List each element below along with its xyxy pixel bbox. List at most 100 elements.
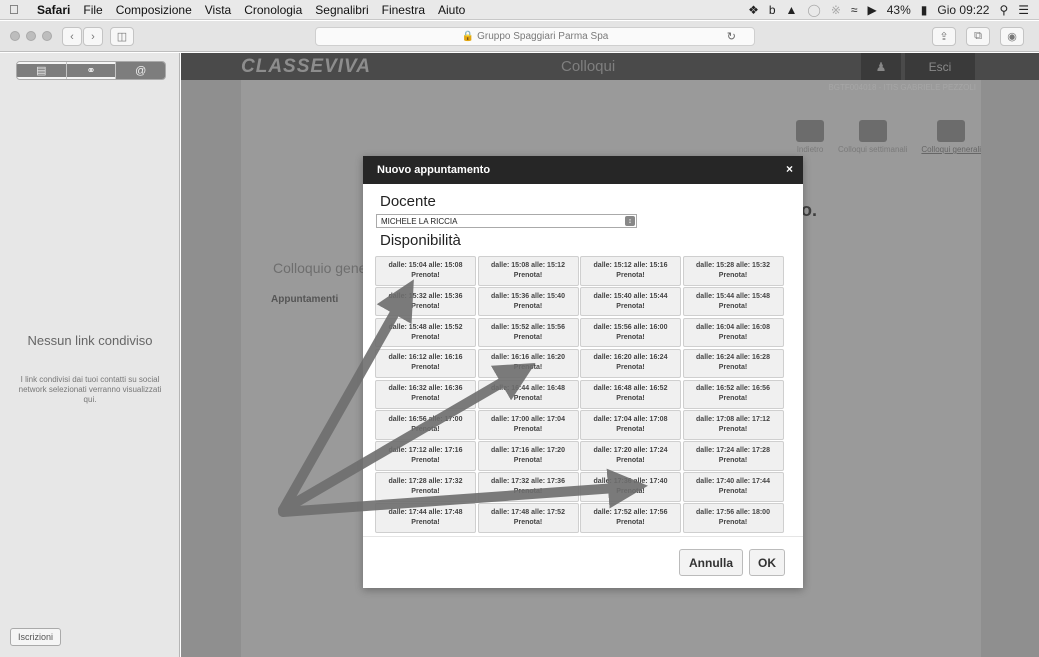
time-slot-button[interactable]: dalle: 15:52 alle: 15:56 Prenota! — [477, 317, 579, 348]
time-slot-button[interactable]: dalle: 17:48 alle: 17:52 Prenota! — [477, 503, 579, 533]
notification-center-icon[interactable]: ☰ — [1018, 3, 1029, 17]
minimize-window-button[interactable] — [26, 31, 36, 41]
time-slot-button[interactable]: dalle: 17:36 alle: 17:40 Prenota! — [580, 472, 681, 502]
extension-button[interactable]: ◉ — [1000, 27, 1024, 46]
close-icon[interactable]: × — [786, 162, 793, 176]
chevron-left-icon: ‹ — [70, 30, 74, 43]
time-slot-button[interactable]: dalle: 17:08 alle: 17:12 Prenota! — [682, 410, 784, 440]
time-slot-button[interactable]: dalle: 16:44 alle: 16:48 Prenota! — [477, 379, 579, 410]
time-slot-button[interactable]: dalle: 16:20 alle: 16:24 Prenota! — [580, 348, 681, 379]
drive-icon[interactable]: ▲ — [786, 3, 798, 17]
time-slot-button[interactable]: dalle: 15:44 alle: 15:48 Prenota! — [682, 286, 784, 317]
time-slot-button[interactable]: dalle: 16:04 alle: 16:08 Prenota! — [682, 317, 784, 348]
time-slot-range: dalle: 15:48 alle: 15:52 — [388, 323, 463, 331]
time-slot-button[interactable]: dalle: 17:16 alle: 17:20 Prenota! — [477, 441, 579, 471]
time-slot-button[interactable]: dalle: 16:56 alle: 17:00 Prenota! — [375, 410, 476, 440]
time-slot-button[interactable]: dalle: 17:52 alle: 17:56 Prenota! — [580, 503, 681, 533]
menu-vista[interactable]: Vista — [205, 3, 231, 17]
cancel-button[interactable]: Annulla — [679, 549, 743, 576]
time-slot-button[interactable]: dalle: 15:56 alle: 16:00 Prenota! — [580, 317, 681, 348]
forward-button[interactable]: › — [83, 27, 103, 46]
time-slot-button[interactable]: dalle: 16:32 alle: 16:36 Prenota! — [375, 379, 476, 410]
menu-segnalibri[interactable]: Segnalibri — [315, 3, 368, 17]
time-slot-button[interactable]: dalle: 15:48 alle: 15:52 Prenota! — [375, 317, 476, 348]
bookmarks-tab[interactable]: ▤ — [17, 62, 67, 79]
time-slot-button[interactable]: dalle: 15:36 alle: 15:40 Prenota! — [477, 286, 579, 317]
time-slot-button[interactable]: dalle: 17:12 alle: 17:16 Prenota! — [375, 441, 476, 471]
time-slot-button[interactable]: dalle: 17:00 alle: 17:04 Prenota! — [477, 410, 579, 440]
reading-list-tab[interactable]: ⚭ — [66, 62, 117, 79]
time-slot-button[interactable]: dalle: 16:24 alle: 16:28 Prenota! — [682, 348, 784, 379]
new-appointment-modal: Nuovo appuntamento × Docente MICHELE LA … — [363, 156, 803, 588]
time-slot-button[interactable]: dalle: 16:16 alle: 16:20 Prenota! — [477, 348, 579, 379]
battery-percent[interactable]: 43% — [887, 3, 911, 17]
time-slot-button[interactable]: dalle: 15:32 alle: 15:36 Prenota! — [375, 286, 476, 317]
nav-general-meetings[interactable]: Colloqui generali — [921, 120, 981, 154]
menu-safari[interactable]: Safari — [37, 3, 70, 17]
sync-icon[interactable]: ◯ — [807, 3, 820, 17]
time-slot-button[interactable]: dalle: 15:12 alle: 15:16 Prenota! — [580, 256, 681, 286]
time-slot-button[interactable]: dalle: 16:52 alle: 16:56 Prenota! — [682, 379, 784, 410]
address-bar[interactable]: 🔒 Gruppo Spaggiari Parma Spa ↻ — [315, 27, 755, 46]
b-app-icon[interactable]: b — [769, 3, 776, 17]
shared-links-tab[interactable]: @ — [116, 62, 165, 79]
time-slot-range: dalle: 15:04 alle: 15:08 — [388, 261, 463, 269]
bluetooth-icon[interactable]: ※ — [831, 3, 841, 17]
time-slot-range: dalle: 17:00 alle: 17:04 — [491, 416, 565, 424]
time-slot-button[interactable]: dalle: 16:48 alle: 16:52 Prenota! — [580, 379, 681, 410]
volume-icon[interactable]: ▶ — [868, 3, 877, 17]
menu-finestra[interactable]: Finestra — [382, 3, 425, 17]
clock[interactable]: Gio 09:22 — [937, 3, 989, 17]
ok-button[interactable]: OK — [749, 549, 785, 576]
sidebar-toggle-button[interactable]: ◫ — [110, 27, 134, 46]
time-slot-button[interactable]: dalle: 15:28 alle: 15:32 Prenota! — [682, 256, 784, 286]
spotlight-icon[interactable]: ⚲ — [999, 3, 1008, 17]
time-slot-range: dalle: 17:28 alle: 17:32 — [388, 477, 463, 485]
sidebar-segmented-control: ▤ ⚭ @ — [16, 61, 166, 80]
time-slot-range: dalle: 17:52 alle: 17:56 — [593, 508, 668, 516]
site-logo[interactable]: CLASSEVIVA — [241, 53, 371, 80]
menu-file[interactable]: File — [83, 3, 102, 17]
zoom-window-button[interactable] — [42, 31, 52, 41]
logout-button[interactable]: Esci — [905, 53, 975, 80]
time-slot-button[interactable]: dalle: 17:40 alle: 17:44 Prenota! — [682, 472, 784, 502]
time-slot-action: Prenota! — [718, 395, 748, 403]
time-slot-button[interactable]: dalle: 15:04 alle: 15:08 Prenota! — [375, 256, 476, 286]
menu-cronologia[interactable]: Cronologia — [244, 3, 302, 17]
lock-icon: 🔒 — [461, 31, 475, 42]
time-slot-button[interactable]: dalle: 17:28 alle: 17:32 Prenota! — [375, 472, 476, 502]
time-slot-action: Prenota! — [718, 302, 748, 310]
menu-aiuto[interactable]: Aiuto — [438, 3, 465, 17]
reload-icon[interactable]: ↻ — [727, 30, 736, 43]
user-icon[interactable]: ♟ — [861, 53, 901, 80]
nav-back[interactable]: Indietro — [796, 120, 825, 154]
time-slot-button[interactable]: dalle: 17:56 alle: 18:00 Prenota! — [682, 503, 784, 533]
background-heading-fragment: o. — [801, 200, 817, 220]
time-slot-range: dalle: 17:16 alle: 17:20 — [491, 447, 565, 455]
modal-header: Nuovo appuntamento × — [363, 156, 803, 184]
time-slot-range: dalle: 15:36 alle: 15:40 — [491, 292, 565, 300]
time-slot-button[interactable]: dalle: 17:32 alle: 17:36 Prenota! — [477, 472, 579, 502]
time-slot-button[interactable]: dalle: 16:12 alle: 16:16 Prenota! — [375, 348, 476, 379]
dropbox-icon[interactable]: ❖ — [748, 3, 759, 17]
time-slot-button[interactable]: dalle: 15:08 alle: 15:12 Prenota! — [477, 256, 579, 286]
back-button[interactable]: ‹ — [62, 27, 82, 46]
subscriptions-button[interactable]: Iscrizioni — [10, 628, 62, 646]
time-slot-action: Prenota! — [616, 518, 645, 526]
time-slot-button[interactable]: dalle: 17:44 alle: 17:48 Prenota! — [375, 503, 476, 533]
time-slot-button[interactable]: dalle: 17:24 alle: 17:28 Prenota! — [682, 441, 784, 471]
site-header: CLASSEVIVA Colloqui ♟ Esci — [181, 53, 1039, 80]
back-arrow-icon — [796, 120, 825, 142]
share-button[interactable]: ⇪ — [932, 27, 956, 46]
wifi-icon[interactable]: ≈ — [851, 3, 858, 17]
time-slot-button[interactable]: dalle: 17:04 alle: 17:08 Prenota! — [580, 410, 681, 440]
apple-icon[interactable]:  — [9, 2, 23, 17]
time-slot-button[interactable]: dalle: 17:20 alle: 17:24 Prenota! — [580, 441, 681, 471]
tabs-button[interactable]: ⧉ — [966, 27, 990, 46]
time-slot-button[interactable]: dalle: 15:40 alle: 15:44 Prenota! — [580, 286, 681, 317]
close-window-button[interactable] — [10, 31, 20, 41]
nav-weekly-meetings[interactable]: Colloqui settimanali — [838, 120, 907, 154]
teacher-select[interactable]: MICHELE LA RICCIA ↕ — [376, 214, 637, 228]
time-slot-action: Prenota! — [616, 426, 645, 434]
menu-composizione[interactable]: Composizione — [116, 3, 192, 17]
